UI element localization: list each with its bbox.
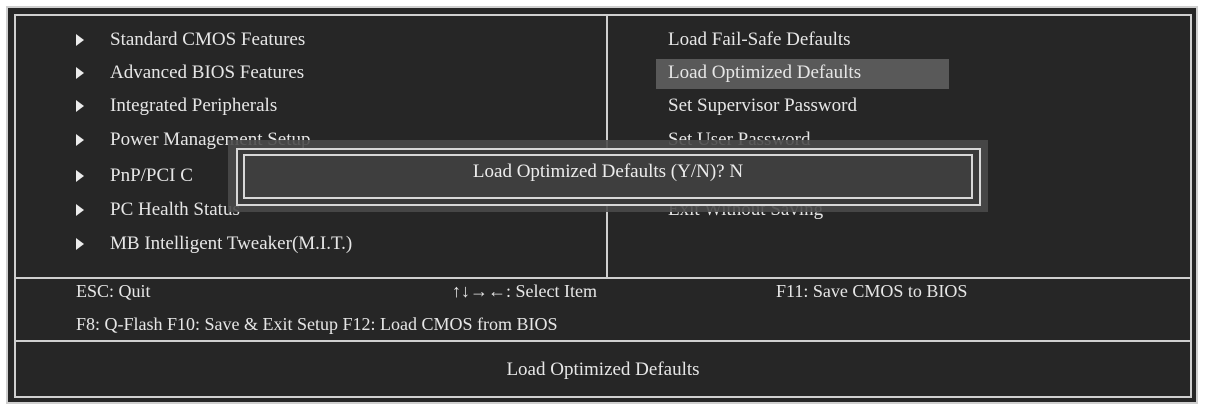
menu-item-mit[interactable]: MB Intelligent Tweaker(M.I.T.) <box>110 232 352 256</box>
menu-item-pc-health[interactable]: PC Health Status <box>110 198 240 222</box>
arrow-right-icon <box>76 67 84 79</box>
menu-item-integrated-peripherals[interactable]: Integrated Peripherals <box>110 94 277 118</box>
help-function-keys: F8: Q-Flash F10: Save & Exit Setup F12: … <box>76 314 558 334</box>
menu-item-label: Load Optimized Defaults <box>668 62 862 83</box>
menu-item-pnp-pci[interactable]: PnP/PCI C <box>110 164 193 188</box>
menu-item-label: Standard CMOS Features <box>110 29 306 50</box>
menu-item-label: Load Fail-Safe Defaults <box>668 29 851 50</box>
menu-item-advanced-bios[interactable]: Advanced BIOS Features <box>110 61 304 85</box>
menu-item-set-supervisor-password[interactable]: Set Supervisor Password <box>668 94 857 118</box>
status-bar-text: Load Optimized Defaults <box>506 359 700 380</box>
arrow-right-icon <box>76 204 84 216</box>
arrow-right-icon <box>76 34 84 46</box>
help-status-divider <box>16 340 1190 342</box>
menu-item-label: PnP/PCI C <box>110 165 193 186</box>
menu-item-label: Set Supervisor Password <box>668 95 857 116</box>
help-save-cmos: F11: Save CMOS to BIOS <box>776 281 968 301</box>
dialog-prompt[interactable]: Load Optimized Defaults (Y/N)? N <box>243 154 973 199</box>
help-select-item: ↑↓→←: Select Item <box>452 281 597 301</box>
menu-help-divider <box>16 277 1190 279</box>
arrow-right-icon <box>76 134 84 146</box>
menu-item-label: PC Health Status <box>110 199 240 220</box>
help-esc-quit: ESC: Quit <box>76 281 151 301</box>
arrow-right-icon <box>76 238 84 250</box>
menu-item-label: MB Intelligent Tweaker(M.I.T.) <box>110 233 353 254</box>
menu-item-label: Integrated Peripherals <box>110 95 278 116</box>
menu-item-load-fail-safe[interactable]: Load Fail-Safe Defaults <box>668 28 851 52</box>
menu-item-standard-cmos[interactable]: Standard CMOS Features <box>110 28 305 52</box>
menu-item-label: Advanced BIOS Features <box>110 62 305 83</box>
bios-setup-screen: Standard CMOS Features Advanced BIOS Fea… <box>0 0 1206 412</box>
arrow-right-icon <box>76 170 84 182</box>
arrow-right-icon <box>76 100 84 112</box>
menu-item-load-optimized[interactable]: Load Optimized Defaults <box>668 61 861 85</box>
